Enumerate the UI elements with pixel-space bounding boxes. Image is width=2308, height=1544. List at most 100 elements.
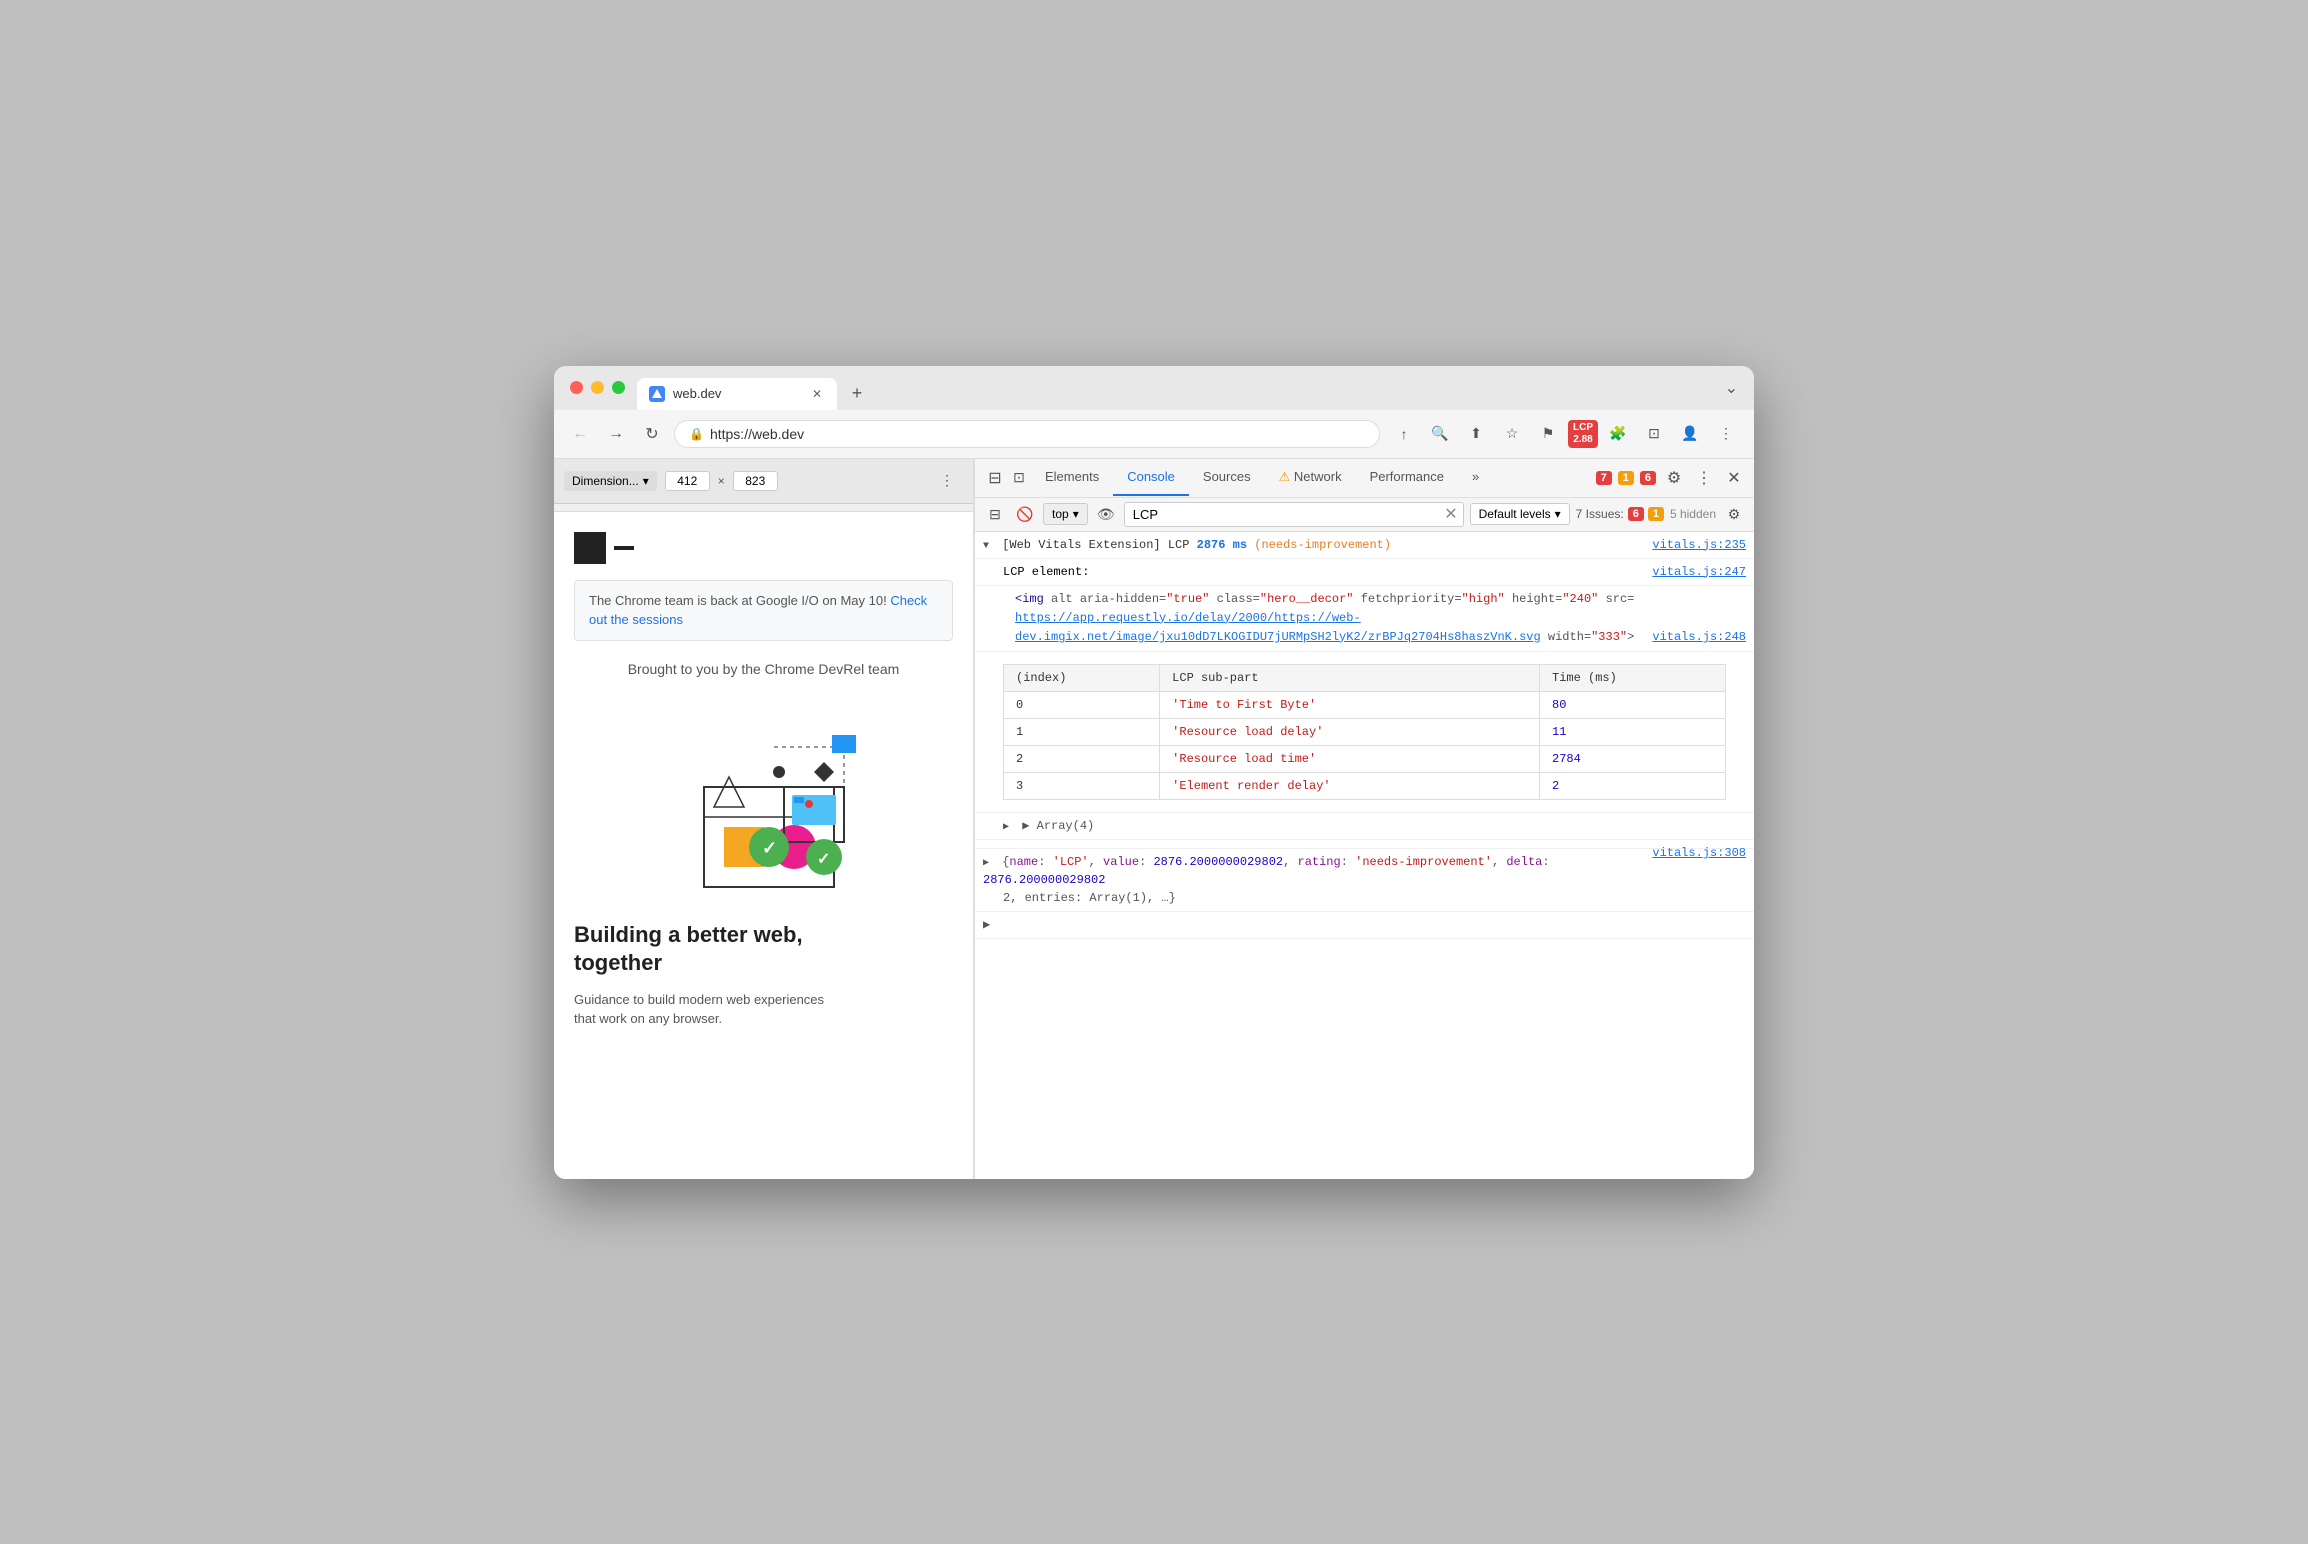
context-chevron-icon: ▾ bbox=[1073, 507, 1079, 521]
expand-arrow-icon: ▼ bbox=[983, 539, 995, 554]
save-page-button[interactable]: ↑ bbox=[1388, 418, 1420, 450]
browser-window: web.dev ✕ + ⌄ ← → ↻ 🔒 https://web.dev ↑ … bbox=[554, 366, 1754, 1179]
final-arrow-entry[interactable]: ▶ bbox=[975, 912, 1754, 939]
console-clear-button[interactable]: 🚫 bbox=[1013, 502, 1037, 526]
page-inner: The Chrome team is back at Google I/O on… bbox=[554, 512, 973, 1049]
object-expand-entry[interactable]: ▶ {name: 'LCP', value: 2876.200000002980… bbox=[975, 849, 1754, 912]
active-tab[interactable]: web.dev ✕ bbox=[637, 378, 837, 410]
object-expand-icon: ▶ bbox=[983, 856, 995, 871]
row2-time: 2784 bbox=[1540, 746, 1726, 773]
height-input[interactable] bbox=[733, 471, 778, 491]
vitals-ref-248[interactable]: vitals.js:248 bbox=[1652, 628, 1746, 647]
tab-overflow-button[interactable]: ⌄ bbox=[1725, 378, 1738, 410]
webpage-content: The Chrome team is back at Google I/O on… bbox=[554, 512, 973, 1179]
issues-warn-badge: 1 bbox=[1648, 507, 1664, 521]
tab-console[interactable]: Console bbox=[1113, 459, 1189, 496]
device-toolbar: Dimension... ▾ × ⋮ bbox=[554, 459, 973, 504]
back-button[interactable]: ← bbox=[566, 420, 594, 448]
browser-toolbar: ← → ↻ 🔒 https://web.dev ↑ 🔍 ⬆ ☆ ⚑ LCP 2.… bbox=[554, 410, 1754, 459]
flag-button[interactable]: ⚑ bbox=[1532, 418, 1564, 450]
devtools-tab-right: 7 1 6 ⚙ ⋮ ✕ bbox=[1596, 466, 1746, 490]
maximize-traffic-light[interactable] bbox=[612, 381, 625, 394]
devtools-panel: ⊟ ⊡ Elements Console Sources ⚠ Network P… bbox=[974, 459, 1754, 1179]
context-selector[interactable]: top ▾ bbox=[1043, 503, 1088, 525]
console-settings-button[interactable]: ⚙ bbox=[1722, 502, 1746, 526]
device-more-button[interactable]: ⋮ bbox=[931, 465, 963, 497]
lcp-table: (index) LCP sub-part Time (ms) 0 'Time t… bbox=[1003, 664, 1726, 800]
console-eye-button[interactable]: 👁 bbox=[1094, 502, 1118, 526]
warn-count-badge: 1 bbox=[1618, 471, 1634, 485]
devtools-close-button[interactable]: ✕ bbox=[1722, 466, 1746, 490]
devtools-more-button[interactable]: ⋮ bbox=[1692, 466, 1716, 490]
row1-index: 1 bbox=[1004, 719, 1160, 746]
tab-sources[interactable]: Sources bbox=[1189, 459, 1265, 496]
reload-button[interactable]: ↻ bbox=[638, 420, 666, 448]
close-traffic-light[interactable] bbox=[570, 381, 583, 394]
array-expand-icon: ▶ bbox=[1003, 820, 1015, 835]
tab-close-button[interactable]: ✕ bbox=[809, 386, 825, 402]
forward-button[interactable]: → bbox=[602, 420, 630, 448]
row2-index: 2 bbox=[1004, 746, 1160, 773]
tab-more[interactable]: » bbox=[1458, 459, 1493, 496]
console-content: ▼ [Web Vitals Extension] LCP 2876 ms (ne… bbox=[975, 532, 1754, 1179]
width-input[interactable] bbox=[665, 471, 710, 491]
address-bar[interactable]: 🔒 https://web.dev bbox=[674, 420, 1380, 448]
page-logo-area bbox=[574, 532, 953, 564]
tabs-area: web.dev ✕ + ⌄ bbox=[637, 378, 1738, 410]
img-src-link[interactable]: https://app.requestly.io/delay/2000/http… bbox=[1015, 611, 1541, 644]
network-warning-icon: ⚠ bbox=[1279, 469, 1291, 484]
title-bar: web.dev ✕ + ⌄ bbox=[554, 366, 1754, 410]
row3-subpart: 'Element render delay' bbox=[1160, 773, 1540, 800]
new-tab-button[interactable]: + bbox=[841, 378, 873, 410]
vitals-ref-308[interactable]: vitals.js:308 bbox=[1652, 844, 1746, 862]
hero-subtitle: Guidance to build modern web experiences… bbox=[574, 990, 953, 1029]
lcp-header-entry[interactable]: ▼ [Web Vitals Extension] LCP 2876 ms (ne… bbox=[975, 532, 1754, 559]
row1-subpart: 'Resource load delay' bbox=[1160, 719, 1540, 746]
console-table-entry: (index) LCP sub-part Time (ms) 0 'Time t… bbox=[975, 652, 1754, 813]
console-toolbar: ⊟ 🚫 top ▾ 👁 ✕ Default levels ▾ 7 Issues: bbox=[975, 498, 1754, 532]
row2-subpart: 'Resource load time' bbox=[1160, 746, 1540, 773]
error-badge2: 6 bbox=[1640, 471, 1656, 485]
array-entry[interactable]: ▶ ▶ Array(4) bbox=[975, 813, 1754, 840]
bookmark-button[interactable]: ☆ bbox=[1496, 418, 1528, 450]
hidden-count: 5 hidden bbox=[1670, 507, 1716, 521]
img-tag-entry: <img alt aria-hidden="true" class="hero_… bbox=[975, 586, 1754, 653]
issues-count: 7 Issues: 6 1 bbox=[1576, 507, 1664, 521]
horizontal-scrollbar[interactable] bbox=[554, 504, 973, 512]
tab-favicon bbox=[649, 386, 665, 402]
levels-chevron-icon: ▾ bbox=[1555, 507, 1561, 521]
main-area: Dimension... ▾ × ⋮ bbox=[554, 459, 1754, 1179]
row1-time: 11 bbox=[1540, 719, 1726, 746]
devtools-settings-button[interactable]: ⚙ bbox=[1662, 466, 1686, 490]
avatar-button[interactable]: 👤 bbox=[1674, 418, 1706, 450]
svg-text:✓: ✓ bbox=[762, 838, 777, 858]
split-button[interactable]: ⊡ bbox=[1638, 418, 1670, 450]
lcp-badge: LCP 2.88 bbox=[1568, 420, 1598, 448]
more-button[interactable]: ⋮ bbox=[1710, 418, 1742, 450]
levels-selector[interactable]: Default levels ▾ bbox=[1470, 503, 1570, 525]
devtools-inspect-button[interactable]: ⊡ bbox=[1007, 466, 1031, 490]
dimension-chevron-icon: ▾ bbox=[643, 474, 649, 488]
tab-elements[interactable]: Elements bbox=[1031, 459, 1113, 496]
row3-time: 2 bbox=[1540, 773, 1726, 800]
filter-clear-button[interactable]: ✕ bbox=[1444, 504, 1457, 524]
devtools-sidebar-toggle[interactable]: ⊟ bbox=[983, 502, 1007, 526]
extension-button[interactable]: 🧩 bbox=[1602, 418, 1634, 450]
brought-by-text: Brought to you by the Chrome DevRel team bbox=[574, 661, 953, 677]
share-button[interactable]: ⬆ bbox=[1460, 418, 1492, 450]
search-button[interactable]: 🔍 bbox=[1424, 418, 1456, 450]
lock-icon: 🔒 bbox=[689, 427, 704, 441]
console-filter-input[interactable] bbox=[1124, 502, 1464, 527]
tab-network[interactable]: ⚠ Network bbox=[1265, 459, 1356, 497]
vitals-ref-235[interactable]: vitals.js:235 bbox=[1652, 536, 1746, 554]
dimension-selector[interactable]: Dimension... ▾ bbox=[564, 471, 657, 491]
table-row-0: 0 'Time to First Byte' 80 bbox=[1004, 692, 1726, 719]
table-header-index: (index) bbox=[1004, 665, 1160, 692]
left-panel: Dimension... ▾ × ⋮ bbox=[554, 459, 974, 1179]
devtools-dock-button[interactable]: ⊟ bbox=[983, 466, 1007, 490]
vitals-ref-247[interactable]: vitals.js:247 bbox=[1652, 563, 1746, 581]
logo-square bbox=[574, 532, 606, 564]
tab-performance[interactable]: Performance bbox=[1356, 459, 1458, 496]
table-row-1: 1 'Resource load delay' 11 bbox=[1004, 719, 1726, 746]
minimize-traffic-light[interactable] bbox=[591, 381, 604, 394]
